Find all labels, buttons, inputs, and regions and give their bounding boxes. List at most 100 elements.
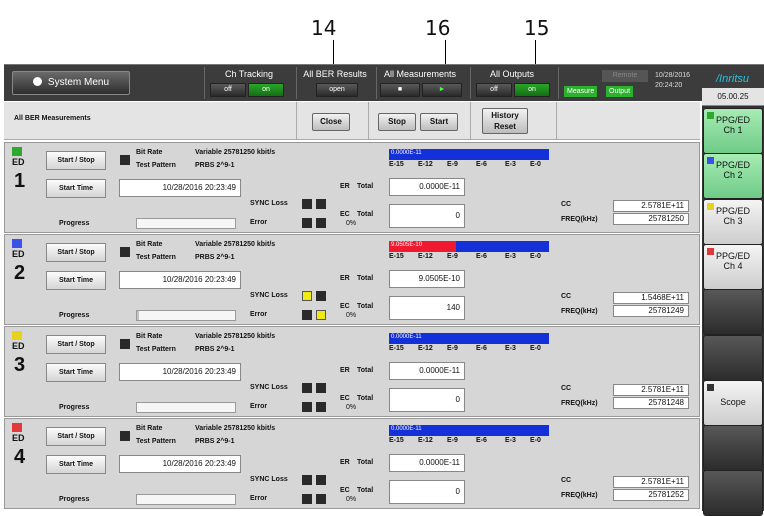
error-current-indicator	[302, 218, 312, 228]
sidebar-ppg-ed-ch-3-button[interactable]: PPG/ED Ch 3	[703, 198, 763, 245]
history-reset-button[interactable]: History Reset	[482, 108, 528, 134]
sync-loss-current-indicator	[302, 199, 312, 209]
ber-bar: 9.0505E-10	[389, 241, 549, 252]
scale-tick: E-15	[389, 345, 404, 352]
all-outputs-off-button[interactable]: off	[476, 83, 512, 97]
stop-button[interactable]: Stop	[378, 113, 416, 131]
start-stop-button[interactable]: Start / Stop	[46, 427, 106, 446]
start-time-button[interactable]: Start Time	[46, 179, 106, 198]
sidebar-empty-button[interactable]	[703, 334, 763, 381]
close-button[interactable]: Close	[312, 113, 350, 131]
start-time-field[interactable]: 10/28/2016 20:23:49	[119, 363, 241, 381]
all-ber-results-open-button[interactable]: open	[316, 83, 358, 97]
cc-label: CC	[561, 293, 572, 300]
sidebar-button-sublabel: Ch 3	[723, 215, 743, 226]
divider	[470, 67, 471, 99]
sidebar-button-sublabel: Ch 4	[723, 260, 743, 271]
channel-number: 4	[14, 446, 26, 468]
test-pattern-value: PRBS 2^9-1	[195, 254, 235, 261]
scale-tick: E-3	[505, 437, 516, 444]
freq-label: FREQ(kHz)	[561, 308, 598, 315]
start-stop-button[interactable]: Start / Stop	[46, 151, 106, 170]
error-label: Error	[250, 495, 268, 502]
ch-tracking-on-button[interactable]: on	[248, 83, 284, 97]
sync-loss-history-indicator	[316, 383, 326, 393]
error-label: Error	[250, 403, 268, 410]
ber-bar-label: 0.0000E-11	[391, 150, 422, 156]
channel-color-icon	[707, 202, 714, 210]
ec-total-value: 0	[389, 204, 465, 228]
er-total-label: Total	[357, 275, 374, 282]
ed-label: ED	[12, 341, 25, 351]
freq-value: 25781249	[613, 305, 689, 317]
channel-color-icon	[707, 247, 714, 255]
progress-label: Progress	[59, 404, 90, 411]
er-total-label: Total	[357, 183, 374, 190]
ed-label: ED	[12, 157, 25, 167]
start-time-field[interactable]: 10/28/2016 20:23:49	[119, 455, 241, 473]
sidebar-scope-button[interactable]: Scope	[703, 379, 763, 426]
sidebar-ppg-ed-ch-4-button[interactable]: PPG/ED Ch 4	[703, 243, 763, 290]
scale-tick: E-3	[505, 345, 516, 352]
test-pattern-value: PRBS 2^9-1	[195, 346, 235, 353]
channel-panel-3: ED 3 Start / Stop Bit Rate Variable 2578…	[4, 326, 700, 417]
er-label: ER	[340, 183, 350, 190]
start-time-button[interactable]: Start Time	[46, 271, 106, 290]
sidebar-empty-button[interactable]	[703, 289, 763, 336]
channel-number: 2	[14, 262, 26, 284]
sync-loss-history-indicator	[316, 199, 326, 209]
scale-tick: E-15	[389, 161, 404, 168]
measure-indicator: Measure	[564, 86, 598, 97]
scale-tick: E-0	[530, 253, 541, 260]
sidebar-ppg-ed-ch-2-button[interactable]: PPG/ED Ch 2	[703, 153, 763, 200]
cc-value: 2.5781E+11	[613, 200, 689, 212]
freq-label: FREQ(kHz)	[561, 400, 598, 407]
ec-label: EC	[340, 487, 350, 494]
sidebar-empty-button[interactable]	[703, 425, 763, 472]
progress-bar: 0%	[136, 494, 356, 505]
divider	[204, 67, 205, 99]
progress-label: Progress	[59, 496, 90, 503]
channel-color-icon	[12, 331, 22, 340]
scale-tick: E-9	[447, 437, 458, 444]
sidebar-empty-button[interactable]	[703, 470, 763, 516]
start-time-button[interactable]: Start Time	[46, 455, 106, 474]
scale-tick: E-12	[418, 253, 433, 260]
all-measurements-start-button[interactable]: ►	[422, 83, 462, 97]
all-measurements-stop-button[interactable]: ■	[380, 83, 420, 97]
test-pattern-label: Test Pattern	[136, 438, 176, 445]
start-time-field[interactable]: 10/28/2016 20:23:49	[119, 271, 241, 289]
start-stop-button[interactable]: Start / Stop	[46, 335, 106, 354]
all-ber-results-title: All BER Results	[303, 69, 367, 79]
ch-tracking-off-button[interactable]: off	[210, 83, 246, 97]
error-current-indicator	[302, 494, 312, 504]
bit-rate-value: Variable 25781250 kbit/s	[195, 333, 276, 340]
error-history-indicator	[316, 310, 326, 320]
sidebar-button-sublabel: Ch 2	[723, 170, 743, 181]
divider	[558, 67, 559, 99]
freq-value: 25781250	[613, 213, 689, 225]
channel-color-icon	[12, 239, 22, 248]
scale-tick: E-15	[389, 253, 404, 260]
sidebar-ppg-ed-ch-1-button[interactable]: PPG/ED Ch 1	[703, 108, 763, 154]
bit-rate-label: Bit Rate	[136, 149, 163, 156]
system-menu-button[interactable]: System Menu	[12, 71, 130, 95]
start-stop-button[interactable]: Start / Stop	[46, 243, 106, 262]
all-measurements-title: All Measurements	[383, 69, 457, 79]
start-time-button[interactable]: Start Time	[46, 363, 106, 382]
bit-rate-value: Variable 25781250 kbit/s	[195, 149, 276, 156]
start-time-field[interactable]: 10/28/2016 20:23:49	[119, 179, 241, 197]
scale-tick: E-12	[418, 345, 433, 352]
right-sidebar: 05.00.25 PPG/ED Ch 1 PPG/ED Ch 2 PPG/ED Ch 3P…	[702, 88, 764, 516]
ch-tracking-title: Ch Tracking	[224, 69, 274, 79]
ed-label: ED	[12, 249, 25, 259]
er-total-label: Total	[357, 459, 374, 466]
start-button[interactable]: Start	[420, 113, 458, 131]
scale-tick: E-12	[418, 161, 433, 168]
all-outputs-on-button[interactable]: on	[514, 83, 550, 97]
scale-tick: E-15	[389, 437, 404, 444]
callout-14: 14	[311, 16, 337, 40]
scale-tick: E-0	[530, 345, 541, 352]
er-label: ER	[340, 367, 350, 374]
running-indicator	[120, 155, 130, 165]
